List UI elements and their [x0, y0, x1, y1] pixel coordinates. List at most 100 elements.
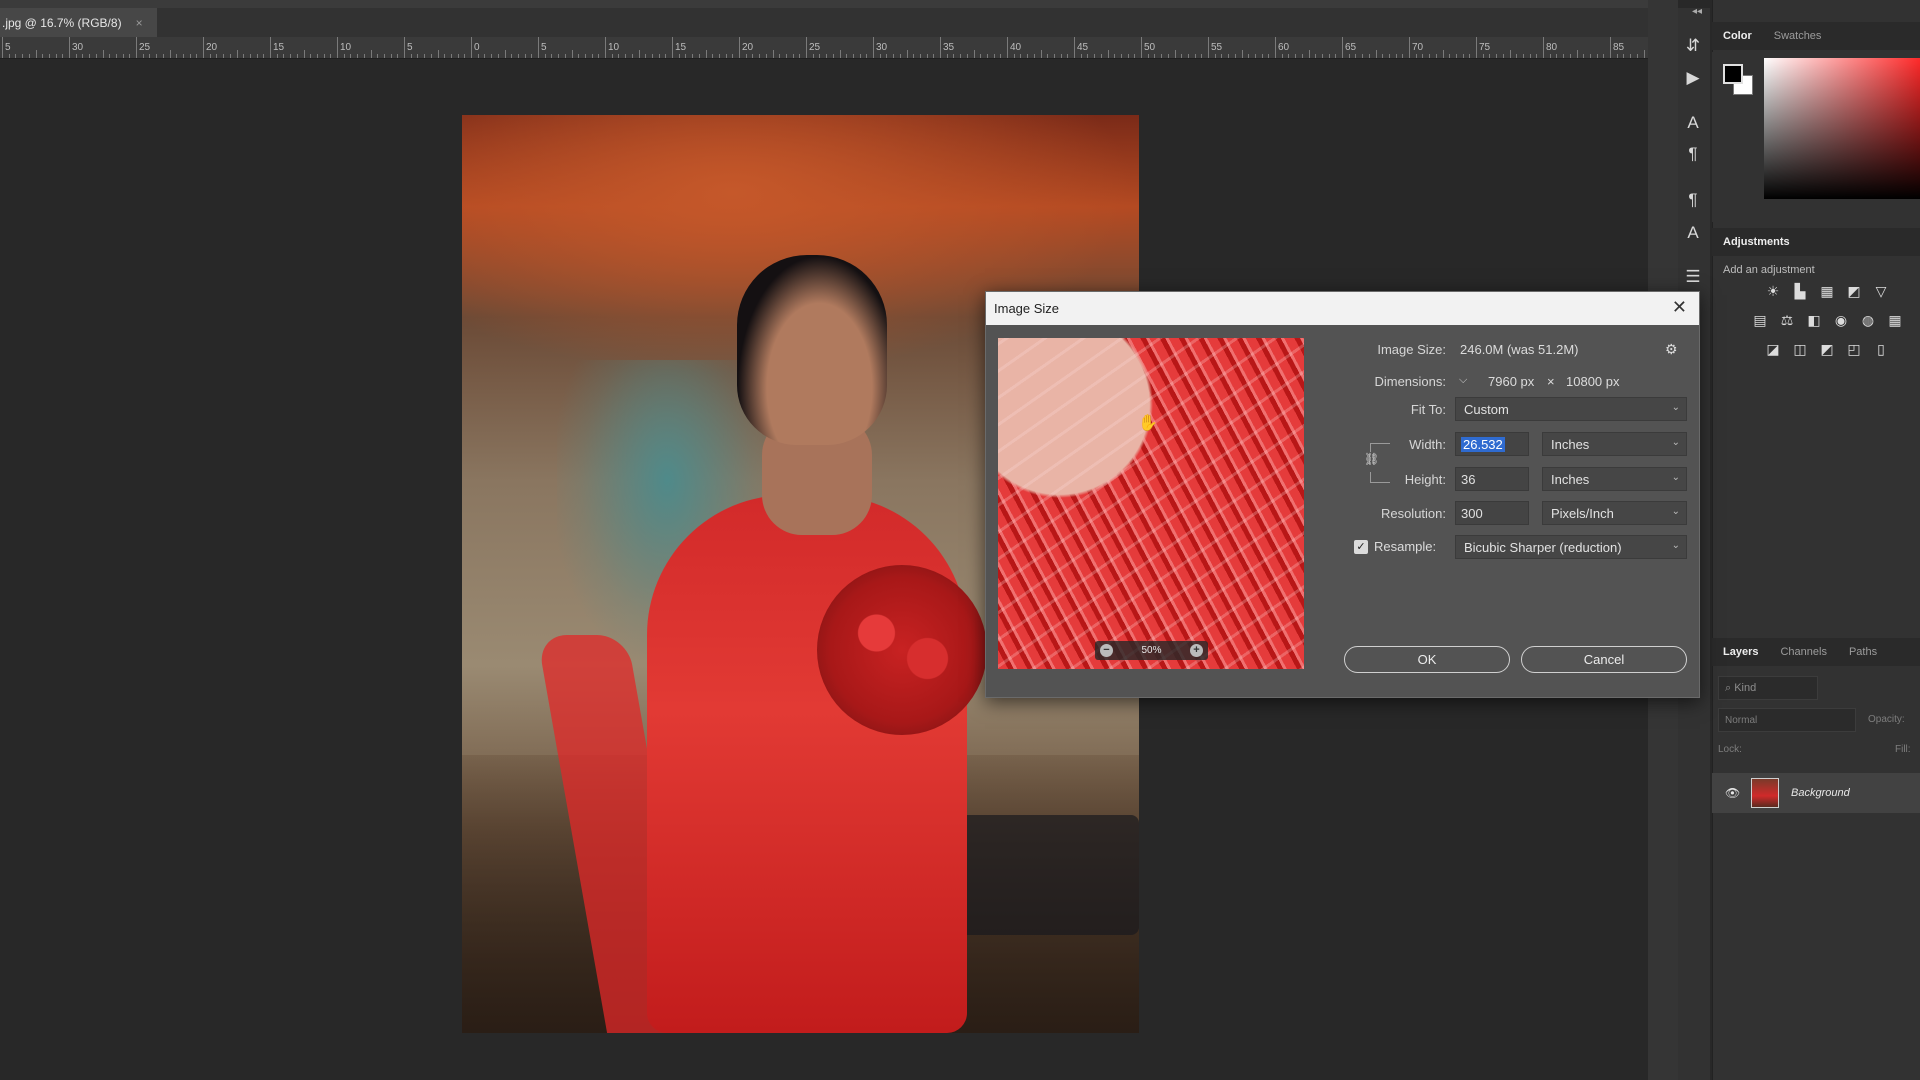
tab-swatches[interactable]: Swatches — [1763, 30, 1833, 42]
tab-color[interactable]: Color — [1712, 30, 1763, 42]
link-icon[interactable]: ⛓ — [1364, 452, 1379, 472]
fit-to-value: Custom — [1464, 401, 1509, 417]
ruler-minor-tick — [343, 54, 345, 58]
ruler-label: 30 — [876, 42, 888, 53]
color-balance-icon[interactable]: ⚖ — [1778, 312, 1796, 328]
ruler-minor-tick — [383, 54, 385, 58]
ruler-minor-tick — [390, 54, 392, 58]
color-lookup-icon[interactable]: ▦ — [1886, 312, 1904, 328]
character-icon[interactable]: A — [1682, 112, 1704, 134]
document-tab[interactable]: .jpg @ 16.7% (RGB/8) × — [0, 8, 157, 37]
ruler-minor-tick — [122, 54, 124, 58]
close-tab-icon[interactable]: × — [136, 16, 143, 30]
ruler-minor-tick — [42, 54, 44, 58]
ruler-minor-tick — [457, 54, 459, 58]
ok-button[interactable]: OK — [1344, 646, 1510, 673]
ruler-minor-tick — [618, 54, 620, 58]
resample-checkbox[interactable]: ✓ — [1354, 540, 1368, 554]
zoom-out-icon[interactable]: − — [1100, 644, 1113, 657]
channel-mixer-icon[interactable]: ◍ — [1859, 312, 1877, 328]
color-spectrum-field[interactable] — [1764, 58, 1920, 199]
selective-color-icon[interactable]: ▯ — [1872, 341, 1890, 357]
character-styles-icon[interactable]: A — [1682, 222, 1704, 244]
ruler-minor-tick — [511, 54, 513, 58]
gear-icon[interactable]: ⚙ — [1665, 341, 1678, 358]
close-icon[interactable]: ✕ — [1672, 297, 1687, 318]
ruler-minor-tick — [89, 54, 91, 58]
eye-icon[interactable]: 👁 — [1725, 786, 1741, 800]
document-tab-title: .jpg @ 16.7% (RGB/8) — [2, 15, 122, 30]
ruler-minor-tick — [316, 54, 318, 58]
levels-icon[interactable]: ▙ — [1791, 283, 1809, 299]
height-unit-value: Inches — [1551, 471, 1590, 487]
resolution-input[interactable]: 300 — [1455, 501, 1529, 525]
photo-filter-icon[interactable]: ◉ — [1832, 312, 1850, 328]
ruler-minor-tick — [310, 54, 312, 58]
tab-channels[interactable]: Channels — [1769, 646, 1837, 658]
chevron-down-icon[interactable]: ⌵ — [1459, 374, 1475, 390]
ruler-tick — [538, 37, 539, 58]
dialog-title: Image Size — [994, 301, 1060, 316]
foreground-color-swatch[interactable] — [1723, 64, 1743, 84]
paragraph-icon[interactable]: ¶ — [1682, 143, 1704, 165]
collapse-panels-icon[interactable]: ◂◂ — [1692, 6, 1702, 17]
layer-filter-kind[interactable]: ⌕ Kind — [1718, 676, 1818, 700]
chevron-down-icon: ⌄ — [1671, 472, 1680, 483]
properties-icon[interactable]: ☰ — [1682, 266, 1704, 288]
play-actions-icon[interactable]: ▶ — [1682, 67, 1704, 89]
brightness-icon[interactable]: ☀ — [1764, 283, 1782, 299]
ruler-minor-tick — [986, 54, 988, 58]
width-input[interactable]: 26.532 — [1455, 432, 1529, 456]
hue-saturation-icon[interactable]: ▤ — [1751, 312, 1769, 328]
cancel-button[interactable]: Cancel — [1521, 646, 1687, 673]
ruler-minor-tick — [1288, 54, 1290, 58]
zoom-in-icon[interactable]: + — [1189, 644, 1203, 657]
adjustments-panel-tabs: Adjustments — [1712, 228, 1920, 256]
ruler-label: 50 — [1144, 42, 1156, 53]
height-unit-select[interactable]: Inches ⌄ — [1542, 467, 1687, 491]
ruler-minor-tick — [1375, 50, 1377, 58]
horizontal-ruler[interactable]: 5 30 25 20 15 10 5 0 5 10 15 20 25 30 35 40 45 50 55 60 65 70… — [0, 37, 1648, 59]
tab-layers[interactable]: Layers — [1712, 646, 1769, 658]
ruler-minor-tick — [1167, 54, 1169, 58]
ruler-minor-tick — [437, 50, 439, 58]
ruler-minor-tick — [249, 54, 251, 58]
dimensions-width: 7960 px — [1488, 374, 1535, 389]
resolution-unit-select[interactable]: Pixels/Inch ⌄ — [1542, 501, 1687, 525]
exposure-icon[interactable]: ◩ — [1845, 283, 1863, 299]
ruler-tick — [1007, 37, 1008, 58]
fit-to-select[interactable]: Custom ⌄ — [1455, 397, 1687, 421]
blend-mode-select[interactable]: Normal — [1718, 708, 1856, 732]
ruler-minor-tick — [1630, 54, 1632, 58]
ruler-minor-tick — [417, 54, 419, 58]
ruler-tick — [1208, 37, 1209, 58]
dialog-titlebar[interactable]: Image Size ✕ — [986, 292, 1699, 325]
threshold-icon[interactable]: ◩ — [1818, 341, 1836, 357]
history-icon[interactable]: ⇵ — [1682, 35, 1704, 57]
tab-paths[interactable]: Paths — [1838, 646, 1888, 658]
ruler-minor-tick — [464, 54, 466, 58]
vibrance-icon[interactable]: ▽ — [1872, 283, 1890, 299]
black-white-icon[interactable]: ◧ — [1805, 312, 1823, 328]
resolution-label: Resolution: — [1380, 506, 1446, 521]
height-input[interactable]: 36 — [1455, 467, 1529, 491]
invert-icon[interactable]: ◪ — [1764, 341, 1782, 357]
width-unit-select[interactable]: Inches ⌄ — [1542, 432, 1687, 456]
tab-adjustments[interactable]: Adjustments — [1712, 236, 1801, 248]
ruler-minor-tick — [517, 54, 519, 58]
paragraph-styles-icon[interactable]: ¶ — [1682, 189, 1704, 211]
ruler-tick — [270, 37, 271, 58]
gradient-map-icon[interactable]: ◰ — [1845, 341, 1863, 357]
posterize-icon[interactable]: ◫ — [1791, 341, 1809, 357]
resample-select[interactable]: Bicubic Sharper (reduction) ⌄ — [1455, 535, 1687, 559]
height-label: Height: — [1404, 472, 1446, 487]
ruler-minor-tick — [1214, 54, 1216, 58]
ruler-minor-tick — [799, 54, 801, 58]
ruler-minor-tick — [819, 54, 821, 58]
image-preview[interactable] — [998, 338, 1304, 669]
curves-icon[interactable]: ▦ — [1818, 283, 1836, 299]
layer-row-background[interactable]: 👁 Background — [1712, 773, 1920, 813]
ruler-minor-tick — [1134, 54, 1136, 58]
dimensions-label: Dimensions: — [1374, 374, 1446, 389]
photo-bench — [942, 815, 1139, 935]
